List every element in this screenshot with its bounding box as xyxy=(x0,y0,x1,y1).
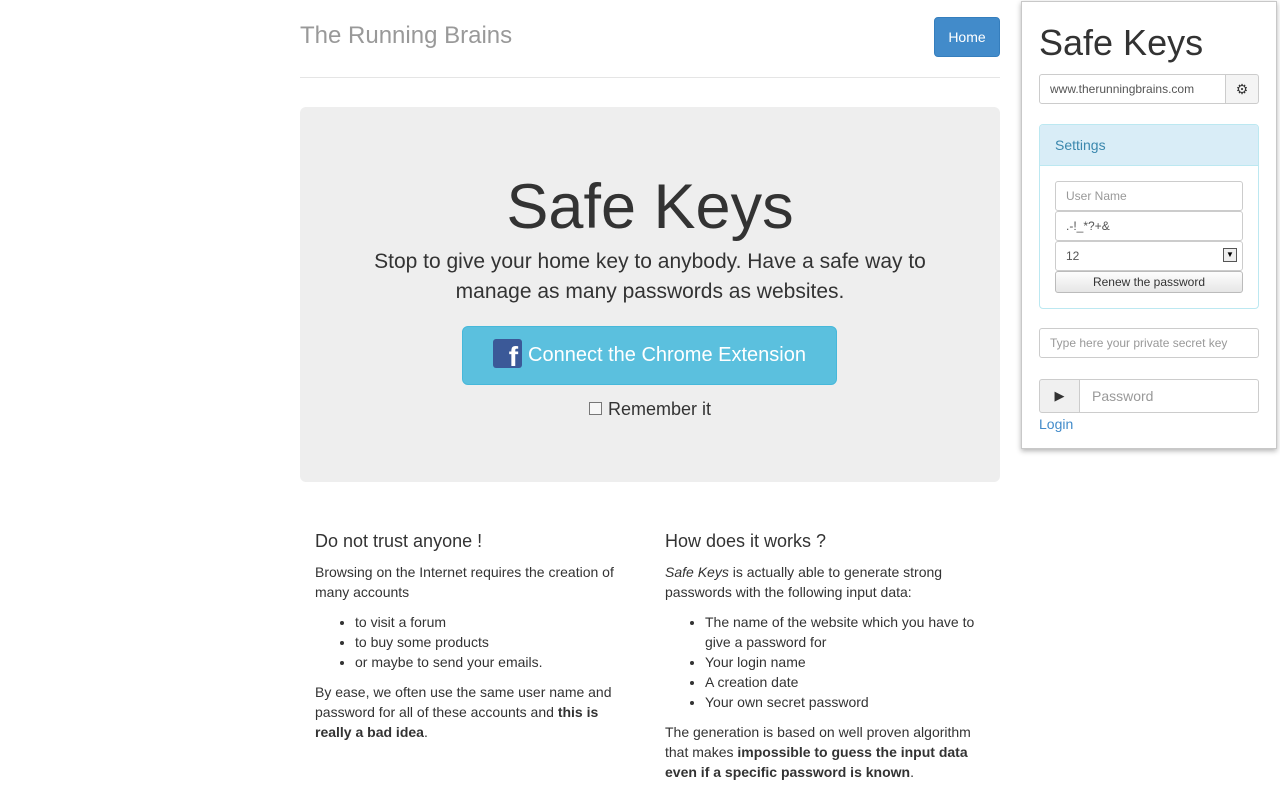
secret-key-input[interactable]: Type here your private secret key xyxy=(1039,328,1259,358)
how-list: The name of the website which you have t… xyxy=(665,612,985,712)
list-item: The name of the website which you have t… xyxy=(705,612,985,652)
settings-toggle-button[interactable]: ⚙ xyxy=(1225,74,1259,104)
how-section: How does it works ? Safe Keys is actuall… xyxy=(665,530,985,792)
generate-button[interactable]: ▶ xyxy=(1039,379,1080,413)
site-header: The Running Brains Home xyxy=(300,0,1000,78)
jumbotron-title: Safe Keys xyxy=(506,172,794,242)
settings-panel: Settings User Name .-!_*?+& 12 ▼ Renew t… xyxy=(1039,124,1259,309)
how-intro: Safe Keys is actually able to generate s… xyxy=(665,562,985,602)
site-brand: The Running Brains xyxy=(300,22,513,49)
list-item: Your own secret password xyxy=(705,692,985,712)
username-input[interactable]: User Name xyxy=(1055,181,1243,211)
trust-section: Do not trust anyone ! Browsing on the In… xyxy=(315,530,635,752)
extension-popup: Safe Keys www.therunningbrains.com ⚙ Set… xyxy=(1021,1,1277,449)
home-button[interactable]: Home xyxy=(934,17,1000,57)
trust-list: to visit a forum to buy some products or… xyxy=(315,612,635,672)
gear-icon: ⚙ xyxy=(1235,81,1249,97)
remember-it-checkbox[interactable] xyxy=(588,401,602,415)
trust-outro-end: . xyxy=(423,724,428,740)
trust-heading: Do not trust anyone ! xyxy=(315,531,483,551)
password-length-value: 12 xyxy=(1066,249,1080,263)
jumbotron: Safe Keys Stop to give your home key to … xyxy=(300,107,1000,482)
facebook-icon: f xyxy=(493,339,523,369)
how-intro-emphasis: Safe Keys xyxy=(665,564,729,580)
list-item: or maybe to send your emails. xyxy=(355,652,635,672)
renew-password-button[interactable]: Renew the password xyxy=(1055,271,1243,293)
list-item: to visit a forum xyxy=(355,612,635,632)
login-link[interactable]: Login xyxy=(1039,414,1073,434)
chevron-down-icon[interactable]: ▼ xyxy=(1223,248,1237,262)
password-length-select[interactable]: 12 ▼ xyxy=(1055,241,1243,271)
jumbotron-lead: Stop to give your home key to anybody. H… xyxy=(374,250,926,303)
how-outro: The generation is based on well proven a… xyxy=(665,722,985,782)
how-heading: How does it works ? xyxy=(665,531,827,551)
list-item: Your login name xyxy=(705,652,985,672)
connect-extension-label: Connect the Chrome Extension xyxy=(528,344,806,366)
remember-it-label[interactable]: Remember it xyxy=(608,399,711,419)
trust-intro: Browsing on the Internet requires the cr… xyxy=(315,564,614,600)
website-url-input[interactable]: www.therunningbrains.com xyxy=(1039,74,1226,104)
special-chars-input[interactable]: .-!_*?+& xyxy=(1055,211,1243,241)
password-output[interactable]: Password xyxy=(1079,379,1259,413)
settings-panel-heading[interactable]: Settings xyxy=(1040,125,1258,166)
list-item: to buy some products xyxy=(355,632,635,652)
connect-extension-button[interactable]: f Connect the Chrome Extension xyxy=(462,326,837,385)
popup-title: Safe Keys xyxy=(1039,22,1204,63)
remember-it-control: Remember it xyxy=(300,399,1000,420)
list-item: A creation date xyxy=(705,672,985,692)
how-outro-end: . xyxy=(910,764,914,780)
trust-outro: By ease, we often use the same user name… xyxy=(315,682,635,742)
play-icon: ▶ xyxy=(1054,388,1065,403)
